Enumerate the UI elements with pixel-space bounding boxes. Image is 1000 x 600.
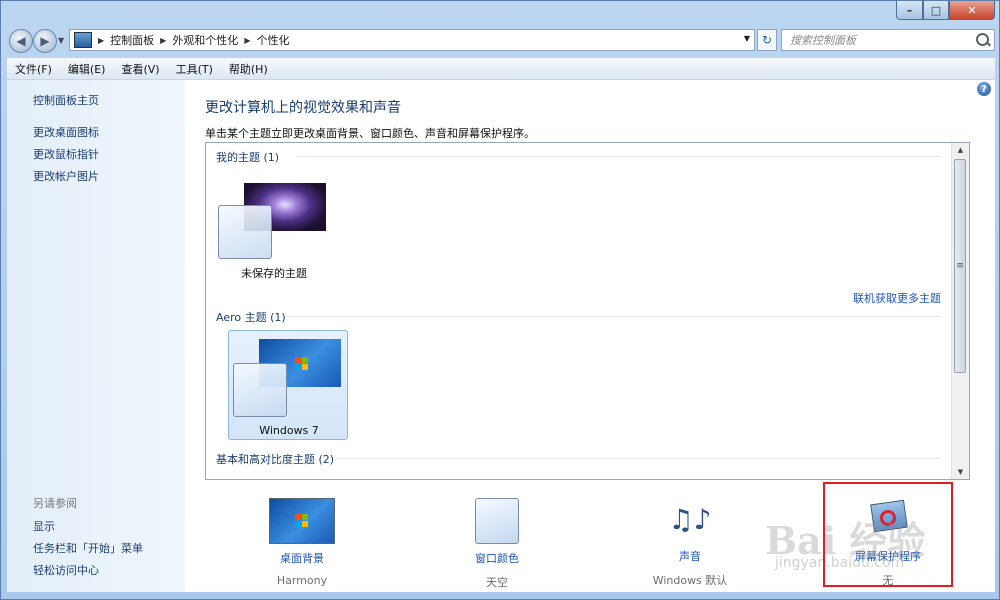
maximize-button[interactable]: □ [923, 1, 949, 20]
recent-pages-dropdown-icon[interactable]: ▼ [58, 36, 64, 45]
theme-glass-thumbnail [218, 205, 272, 259]
menu-view[interactable]: 查看(V) [113, 61, 167, 77]
menu-bar: 文件(F) 编辑(E) 查看(V) 工具(T) 帮助(H) [7, 58, 995, 80]
scroll-up-icon[interactable]: ▲ [952, 143, 969, 157]
see-also-heading: 另请参阅 [33, 497, 77, 510]
help-icon[interactable]: ? [977, 82, 991, 96]
forward-arrow-icon: ▶ [40, 34, 50, 48]
sounds-setting[interactable]: ♫♪ 声音 Windows 默认 [615, 498, 765, 588]
basic-themes-heading[interactable]: 基本和高对比度主题 (2) [216, 451, 334, 467]
annotation-highlight-box [823, 482, 953, 587]
theme-label: Windows 7 [259, 424, 319, 437]
caption-buttons: – □ ✕ [896, 1, 995, 20]
windows-logo-icon [295, 357, 309, 371]
minimize-button[interactable]: – [896, 1, 923, 20]
change-desktop-icons-link[interactable]: 更改桌面图标 [33, 124, 99, 140]
change-mouse-pointers-link[interactable]: 更改鼠标指针 [33, 146, 99, 162]
desktop-background-setting[interactable]: 桌面背景 Harmony [227, 498, 377, 587]
change-account-picture-link[interactable]: 更改帐户图片 [33, 168, 99, 184]
theme-list-scrollbar[interactable]: ▲ ≡ ▼ [951, 143, 969, 479]
theme-windows-7[interactable]: Windows 7 [228, 330, 348, 440]
sounds-value: Windows 默认 [652, 574, 728, 587]
chevron-right-icon[interactable]: ▶ [98, 36, 104, 45]
search-placeholder: 搜索控制面板 [790, 34, 856, 47]
breadcrumb-appearance[interactable]: 外观和个性化 [172, 32, 238, 48]
breadcrumb-personalization[interactable]: 个性化 [256, 32, 289, 48]
control-panel-home-link[interactable]: 控制面板主页 [33, 92, 99, 108]
theme-glass-thumbnail [233, 363, 287, 417]
scroll-thumb[interactable]: ≡ [954, 159, 966, 373]
breadcrumb-control-panel[interactable]: 控制面板 [110, 32, 154, 48]
sounds-label[interactable]: 声音 [615, 548, 765, 564]
page-title: 更改计算机上的视觉效果和声音 [205, 100, 401, 116]
sounds-icon: ♫♪ [668, 503, 712, 536]
divider [296, 156, 941, 157]
page-description: 单击某个主题立即更改桌面背景、窗口颜色、声音和屏幕保护程序。 [205, 127, 535, 140]
theme-label: 未保存的主题 [241, 267, 307, 280]
windows-logo-icon [295, 514, 309, 528]
back-arrow-icon: ◀ [16, 34, 26, 48]
navigation-bar: ◀ ▶ ▼ ▶ 控制面板 ▶ 外观和个性化 ▶ 个性化 ▼ ↻ 搜索控制面板 [7, 28, 995, 54]
theme-list[interactable]: 我的主题 (1) 未保存的主题 联机获取更多主题 Aero 主题 (1) Win [205, 142, 970, 480]
desktop-background-icon [269, 498, 335, 544]
menu-file[interactable]: 文件(F) [7, 61, 60, 77]
theme-unsaved[interactable]: 未保存的主题 [214, 169, 334, 280]
my-themes-heading[interactable]: 我的主题 (1) [216, 149, 279, 165]
forward-button[interactable]: ▶ [33, 29, 57, 53]
window-color-icon [475, 498, 519, 544]
chevron-right-icon[interactable]: ▶ [160, 36, 166, 45]
chevron-right-icon[interactable]: ▶ [244, 36, 250, 45]
search-icon[interactable] [976, 33, 989, 46]
control-panel-icon [74, 32, 92, 48]
main-content: ? 更改计算机上的视觉效果和声音 单击某个主题立即更改桌面背景、窗口颜色、声音和… [185, 80, 995, 592]
menu-edit[interactable]: 编辑(E) [60, 61, 114, 77]
divider [286, 316, 941, 317]
menu-tools[interactable]: 工具(T) [168, 61, 221, 77]
back-button[interactable]: ◀ [9, 29, 33, 53]
close-button[interactable]: ✕ [949, 1, 995, 20]
divider [336, 458, 941, 459]
window-color-setting[interactable]: 窗口颜色 天空 [422, 498, 572, 590]
control-panel-window: – □ ✕ ◀ ▶ ▼ ▶ 控制面板 ▶ 外观和个性化 ▶ 个性化 ▼ ↻ 搜索… [0, 0, 1000, 600]
address-dropdown-icon[interactable]: ▼ [744, 34, 750, 43]
aero-themes-heading[interactable]: Aero 主题 (1) [216, 309, 286, 325]
scroll-down-icon[interactable]: ▼ [952, 465, 969, 479]
refresh-button[interactable]: ↻ [757, 29, 777, 51]
taskbar-start-menu-link[interactable]: 任务栏和「开始」菜单 [33, 540, 143, 556]
get-more-themes-online-link[interactable]: 联机获取更多主题 [853, 290, 941, 306]
desktop-background-label[interactable]: 桌面背景 [227, 550, 377, 566]
window-color-value: 天空 [486, 576, 508, 589]
search-input[interactable]: 搜索控制面板 [781, 29, 995, 51]
task-pane: 控制面板主页 更改桌面图标 更改鼠标指针 更改帐户图片 另请参阅 显示 任务栏和… [7, 80, 185, 592]
ease-of-access-link[interactable]: 轻松访问中心 [33, 562, 99, 578]
address-bar[interactable]: ▶ 控制面板 ▶ 外观和个性化 ▶ 个性化 ▼ [69, 29, 755, 51]
display-link[interactable]: 显示 [33, 518, 55, 534]
window-color-label[interactable]: 窗口颜色 [422, 550, 572, 566]
refresh-icon: ↻ [761, 33, 773, 47]
desktop-background-value: Harmony [276, 574, 328, 587]
menu-help[interactable]: 帮助(H) [221, 61, 276, 77]
